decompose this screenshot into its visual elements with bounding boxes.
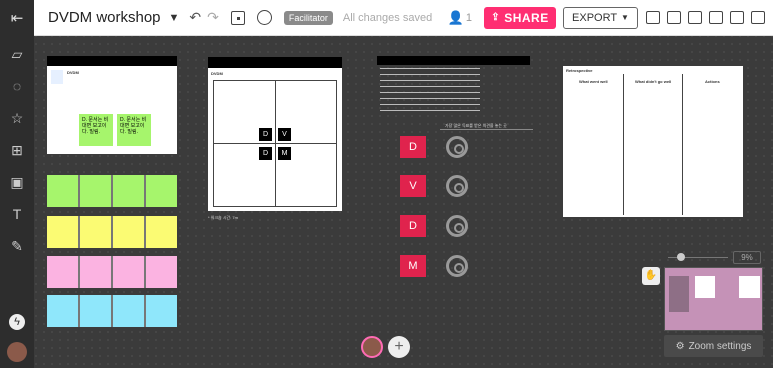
target-icon[interactable]: [446, 136, 468, 158]
matrix-cell-d1[interactable]: D: [259, 128, 272, 141]
title-menu-chevron-icon[interactable]: ▼: [169, 12, 180, 24]
target-icon[interactable]: [446, 255, 468, 277]
share-button[interactable]: ⇪ SHARE: [484, 6, 556, 29]
user-count: 1: [465, 11, 472, 24]
collaborator-avatar[interactable]: [361, 336, 383, 358]
vote-letter-d2[interactable]: D: [400, 215, 426, 237]
card2-frame[interactable]: DVDM D V D M: [208, 68, 342, 211]
matrix-cell-d2[interactable]: D: [259, 147, 272, 160]
minimap-block: [695, 276, 715, 298]
card1-title: DVDM: [67, 70, 79, 75]
card3-text-block: [380, 68, 480, 116]
vote-letter-m[interactable]: M: [400, 255, 426, 277]
card2-title: DVDM: [211, 71, 223, 76]
card1-sticky-a[interactable]: D. 문서는 비대면 보고이다. 밀림.: [79, 114, 113, 146]
matrix-cell-m[interactable]: M: [278, 147, 291, 160]
timer-icon[interactable]: [256, 10, 272, 25]
sticky-row-yellow: [47, 216, 177, 248]
user-icon: 👤: [447, 9, 464, 25]
zoom-settings-button[interactable]: ⚙ Zoom settings: [664, 335, 763, 357]
export-button[interactable]: EXPORT ▼: [563, 6, 638, 29]
exit-board-icon[interactable]: ⇤: [0, 0, 34, 36]
zoom-slider-handle[interactable]: [677, 253, 685, 261]
card3-divider: [440, 129, 533, 130]
frame-icon[interactable]: ⊞: [9, 142, 25, 158]
retro-col-didnt-go-well: What didn't go well: [635, 79, 672, 84]
export-label: EXPORT: [572, 11, 618, 24]
target-icon[interactable]: [446, 175, 468, 197]
undo-icon[interactable]: ↶: [189, 9, 201, 26]
minimap-block: [739, 276, 760, 298]
avatar[interactable]: [7, 342, 27, 362]
right-tools: [646, 11, 765, 24]
retro-col-actions: Actions: [705, 79, 720, 84]
shapes-icon[interactable]: ◌: [9, 78, 25, 94]
card2-header-bar: [208, 57, 342, 68]
chevron-down-icon: ▼: [621, 13, 629, 22]
vote-letter-v[interactable]: V: [400, 175, 426, 197]
matrix-cell-v[interactable]: V: [278, 128, 291, 141]
frame-focus-icon[interactable]: [230, 10, 245, 25]
text-icon[interactable]: T: [9, 206, 25, 222]
retro-divider-1: [623, 74, 624, 215]
minimap[interactable]: [664, 267, 763, 331]
redo-icon[interactable]: ↷: [207, 9, 219, 26]
online-users[interactable]: 👤 1: [448, 10, 472, 26]
image-icon[interactable]: ▣: [9, 174, 25, 190]
card1-sticky-b[interactable]: D. 문서는 비대면 보고이다. 밀림.: [117, 114, 151, 146]
app-root: ⇤ DVDM workshop ▼ ↶ ↷ Facilitator All ch…: [0, 0, 773, 368]
card1-frame[interactable]: DVDM D. 문서는 비대면 보고이다. 밀림. D. 문서는 비대면 보고이…: [47, 66, 177, 154]
add-collaborator-icon[interactable]: +: [388, 336, 410, 358]
retro-col-went-well: What went well: [579, 79, 608, 84]
list-icon[interactable]: [709, 11, 723, 24]
card1-header-bar: [47, 56, 177, 66]
comments-icon[interactable]: [646, 11, 660, 24]
board-title[interactable]: DVDM workshop: [48, 9, 161, 26]
sticky-row-pink: [47, 256, 177, 288]
card4-title: Retrospective: [566, 68, 593, 73]
sticky-note-icon[interactable]: ▱: [9, 46, 25, 62]
save-status: All changes saved: [342, 11, 433, 24]
search-icon[interactable]: [730, 11, 744, 24]
upload-icon: ⇪: [491, 12, 501, 23]
card2-caption: * 워크숍 시간: 7m: [208, 215, 238, 220]
card4-frame[interactable]: Retrospective What went well What didn't…: [563, 66, 743, 217]
card3-header-bar: [377, 56, 530, 65]
logo-icon: [51, 70, 63, 84]
vote-letter-d1[interactable]: D: [400, 136, 426, 158]
zoom-percent[interactable]: 9%: [733, 251, 761, 264]
matrix-grid: D V D M: [213, 80, 337, 207]
matrix-h-line: [214, 143, 336, 144]
bolt-icon[interactable]: ϟ: [9, 314, 25, 330]
minimap-block: [669, 276, 689, 312]
sticky-row-cyan: [47, 295, 177, 327]
facilitator-badge[interactable]: Facilitator: [283, 10, 333, 25]
retro-divider-2: [682, 74, 683, 215]
pen-icon[interactable]: ✎: [9, 238, 25, 254]
hand-tool-icon[interactable]: ✋: [642, 267, 660, 285]
gear-icon: ⚙: [675, 340, 685, 352]
chat-icon[interactable]: [667, 11, 681, 24]
zoom-settings-label: Zoom settings: [688, 340, 752, 352]
card3-header-text: 가장 많은 득표를 받은 의견을 놓는 곳: [445, 123, 507, 128]
left-sidebar: ▱ ◌ ☆ ⊞ ▣ T ✎ ϟ: [0, 36, 34, 368]
settings-icon[interactable]: [751, 11, 765, 24]
star-icon[interactable]: ☆: [9, 110, 25, 126]
share-label: SHARE: [504, 10, 549, 25]
target-icon[interactable]: [446, 215, 468, 237]
top-toolbar: ⇤ DVDM workshop ▼ ↶ ↷ Facilitator All ch…: [0, 0, 773, 36]
sticky-row-green: [47, 175, 177, 207]
vote-icon[interactable]: [688, 11, 702, 24]
